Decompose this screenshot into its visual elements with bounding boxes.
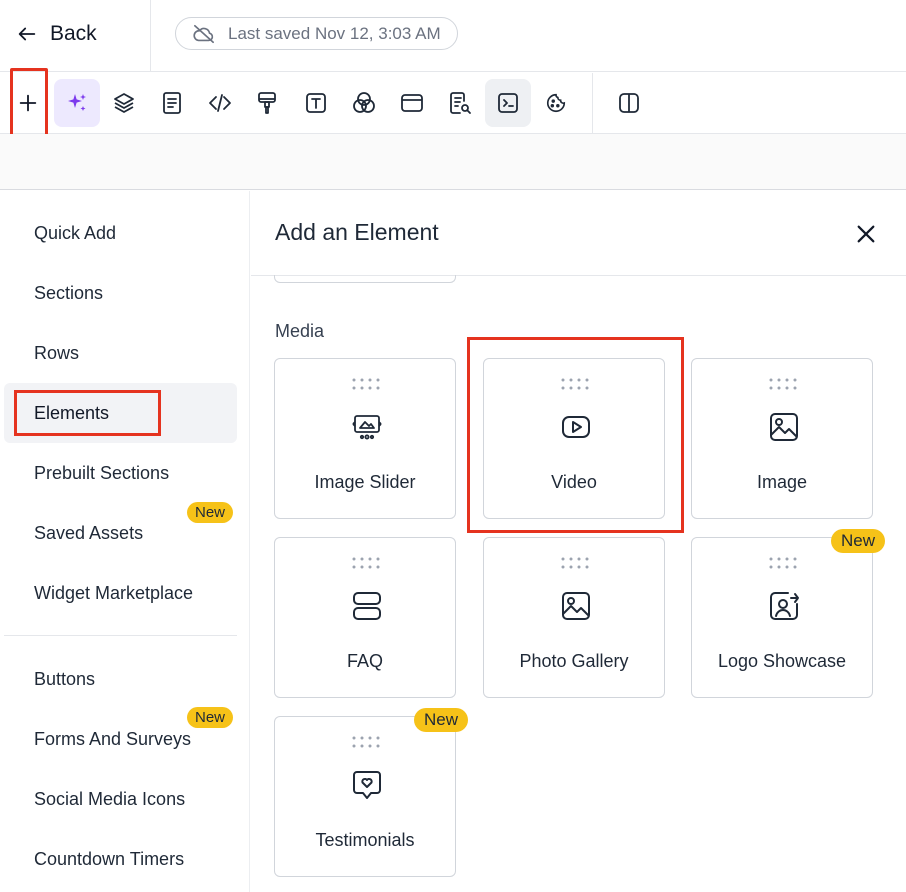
sidebar-item-label: Social Media Icons <box>34 788 186 809</box>
sidebar-item-label: Forms And Surveys <box>34 728 192 749</box>
element-card-testimonials[interactable]: Testimonials <box>274 716 456 877</box>
element-card-faq[interactable]: FAQ <box>274 537 456 698</box>
annotation-highlight <box>14 390 161 436</box>
card-label: Image <box>756 472 808 492</box>
sidebar-item-sections[interactable]: Sections <box>4 263 237 323</box>
drag-handle-icon <box>561 557 589 569</box>
sidebar-item-label: Prebuilt Sections <box>34 462 170 483</box>
new-badge: New <box>187 707 234 728</box>
sidebar-item-social-media-icons[interactable]: Social Media Icons <box>4 769 237 829</box>
back-button[interactable]: Back <box>16 18 97 50</box>
sidebar-item-countdown-timers[interactable]: Countdown Timers <box>4 829 237 889</box>
arrow-left-icon <box>18 27 36 41</box>
card-label: Logo Showcase <box>717 651 847 671</box>
color-circles-icon <box>353 92 375 113</box>
divider <box>592 73 593 134</box>
ai-assistant-button[interactable] <box>54 79 100 127</box>
save-status-pill: Last saved Nov 12, 3:03 AM <box>175 17 458 50</box>
element-card-image-slider[interactable]: Image Slider <box>274 358 456 519</box>
save-status-text: Last saved Nov 12, 3:03 AM <box>228 23 441 43</box>
element-sidebar: Quick Add Sections Rows Elements Prebuil… <box>0 191 250 892</box>
custom-code-button[interactable] <box>485 79 531 127</box>
panel-title: Add an Element <box>275 219 439 245</box>
sparkles-icon <box>68 94 86 111</box>
search-document-icon <box>450 92 471 114</box>
canvas-strip <box>0 134 906 190</box>
code-button[interactable] <box>197 79 243 127</box>
styles-button[interactable] <box>244 79 290 127</box>
typography-button[interactable] <box>293 79 339 127</box>
sidebar-item-rows[interactable]: Rows <box>4 323 237 383</box>
element-card-partial <box>274 275 456 283</box>
logo-showcase-icon <box>770 592 799 620</box>
card-label: Photo Gallery <box>519 651 629 671</box>
top-bar: Back Last saved Nov 12, 3:03 AM <box>0 0 906 72</box>
sidebar-item-label: Quick Add <box>34 222 117 243</box>
drag-handle-icon <box>352 557 380 569</box>
drag-handle-icon <box>352 378 380 390</box>
browser-window-icon <box>401 94 423 112</box>
annotation-highlight <box>10 68 48 138</box>
new-badge: New <box>414 708 469 732</box>
section-heading-media: Media <box>275 321 325 341</box>
seo-button[interactable] <box>437 79 483 127</box>
layers-button[interactable] <box>101 79 147 127</box>
close-icon <box>857 225 875 243</box>
sidebar-item-label: Countdown Timers <box>34 848 185 869</box>
new-badge: New <box>831 529 886 553</box>
paint-roller-icon <box>258 92 276 114</box>
drag-handle-icon <box>769 557 797 569</box>
sidebar-item-buttons[interactable]: Buttons <box>4 649 237 709</box>
pages-button[interactable] <box>149 79 195 127</box>
card-label: Testimonials <box>315 830 415 850</box>
toolbar <box>0 73 906 134</box>
sidebar-item-label: Buttons <box>34 668 96 689</box>
split-view-button[interactable] <box>606 79 652 127</box>
layout-button[interactable] <box>389 79 435 127</box>
sidebar-item-quick-add[interactable]: Quick Add <box>4 203 237 263</box>
photo-gallery-icon <box>562 592 590 620</box>
cloud-off-icon <box>193 24 214 43</box>
drag-handle-icon <box>769 378 797 390</box>
terminal-icon <box>498 93 518 113</box>
colors-button[interactable] <box>341 79 387 127</box>
back-label: Back <box>50 22 97 45</box>
layers-icon <box>114 93 134 113</box>
cookie-consent-button[interactable] <box>533 79 579 127</box>
annotation-highlight <box>467 337 684 533</box>
new-badge: New <box>187 502 234 523</box>
sidebar-item-label: Saved Assets <box>34 522 144 543</box>
sidebar-item-label: Sections <box>34 282 104 303</box>
element-card-image[interactable]: Image <box>691 358 873 519</box>
faq-stack-icon <box>353 592 381 620</box>
sidebar-item-label: Rows <box>34 342 80 363</box>
add-element-panel: Add an Element Media Image Slider Video … <box>251 191 906 892</box>
image-icon <box>770 413 798 441</box>
cookie-icon <box>546 93 566 113</box>
sidebar-item-widget-marketplace[interactable]: Widget Marketplace <box>4 563 237 623</box>
element-card-photo-gallery[interactable]: Photo Gallery <box>483 537 665 698</box>
testimonial-chat-icon <box>353 771 381 799</box>
divider <box>150 0 151 72</box>
code-icon <box>209 94 231 112</box>
divider <box>4 635 237 636</box>
element-card-logo-showcase[interactable]: Logo Showcase <box>691 537 873 698</box>
split-view-icon <box>619 93 639 113</box>
sidebar-item-label: Widget Marketplace <box>34 582 194 603</box>
sidebar-item-prebuilt-sections[interactable]: Prebuilt Sections <box>4 443 237 503</box>
text-icon <box>306 93 326 113</box>
card-label: FAQ <box>346 651 383 671</box>
drag-handle-icon <box>352 736 380 748</box>
card-label: Image Slider <box>314 472 416 492</box>
close-button[interactable] <box>851 219 881 249</box>
image-slider-icon <box>352 415 382 440</box>
document-icon <box>163 92 181 114</box>
